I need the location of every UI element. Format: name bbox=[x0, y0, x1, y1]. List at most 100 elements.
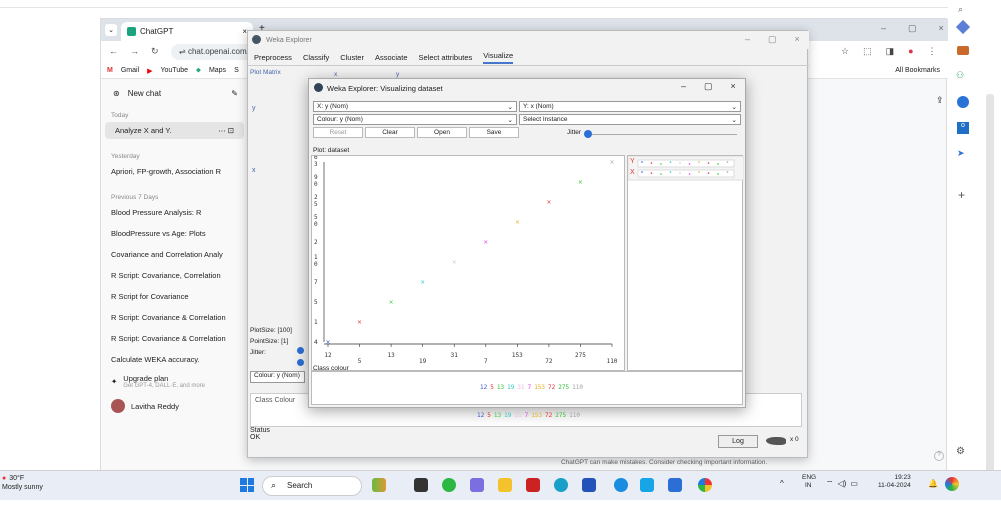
weka-minimize-icon[interactable]: – bbox=[745, 34, 750, 45]
tab-cluster[interactable]: Cluster bbox=[340, 53, 364, 62]
chat-item[interactable]: R Script: Covariance, Correlation bbox=[101, 267, 248, 284]
widgets-icon[interactable] bbox=[372, 478, 386, 492]
tab-select-attributes[interactable]: Select attributes bbox=[419, 53, 473, 62]
back-icon[interactable]: ← bbox=[109, 46, 118, 57]
chat-item[interactable]: R Script: Covariance & Correlation bbox=[101, 309, 248, 326]
sidepanel-icon[interactable]: ◨ bbox=[886, 46, 895, 57]
minimize-icon[interactable]: – bbox=[881, 23, 886, 34]
site-info-icon[interactable]: ⇌ bbox=[179, 47, 188, 56]
maximize-icon[interactable]: ▢ bbox=[908, 23, 917, 34]
bookmark-s[interactable]: S bbox=[234, 67, 239, 74]
share-icon[interactable]: ⇪ bbox=[936, 95, 944, 106]
chat-item-active[interactable]: Analyze X and Y. ⋯ ⊡ bbox=[105, 122, 244, 139]
reload-icon[interactable]: ↻ bbox=[151, 46, 159, 57]
whatsapp-icon[interactable] bbox=[442, 478, 456, 492]
tab-classify[interactable]: Classify bbox=[303, 53, 329, 62]
chat-item[interactable]: Calculate WEKA accuracy. bbox=[101, 351, 248, 368]
chat-item[interactable]: BloodPressure vs Age: Plots bbox=[101, 225, 248, 242]
notification-bell-icon[interactable]: 🔔 bbox=[928, 479, 938, 488]
weka-close-icon[interactable]: × bbox=[795, 34, 800, 45]
forward-icon[interactable]: → bbox=[130, 46, 139, 57]
app-icon[interactable] bbox=[614, 478, 628, 492]
open-button[interactable]: Open bbox=[417, 127, 467, 138]
dialog-close-icon[interactable]: × bbox=[731, 81, 736, 92]
more-icon[interactable]: ⋯ ⊡ bbox=[218, 126, 234, 135]
edge-icon[interactable] bbox=[554, 478, 568, 492]
tab-search-icon[interactable]: ⌄ bbox=[105, 24, 117, 36]
weka-maximize-icon[interactable]: ▢ bbox=[768, 34, 777, 45]
briefcase-icon[interactable] bbox=[957, 46, 969, 55]
legend-point bbox=[717, 163, 719, 165]
task-view-icon[interactable] bbox=[414, 478, 428, 492]
outlook-icon[interactable]: o bbox=[957, 122, 969, 134]
colour-select[interactable]: Colour: y (Nom) ⌄ bbox=[313, 114, 517, 125]
select-instance[interactable]: Select Instance ⌄ bbox=[519, 114, 741, 125]
log-button[interactable]: Log bbox=[718, 435, 758, 448]
dialog-titlebar: Weka Explorer: Visualizing dataset – ▢ × bbox=[309, 79, 747, 97]
save-button[interactable]: Save bbox=[469, 127, 519, 138]
jitter-slider[interactable] bbox=[297, 359, 304, 366]
tab-preprocess[interactable]: Preprocess bbox=[254, 53, 292, 62]
pointsize-slider[interactable] bbox=[297, 347, 304, 354]
mcafee-icon[interactable] bbox=[526, 478, 540, 492]
plot-area[interactable]: 12 5 13 19 31 7 153 72 275 110 4 1 5 7 1 0 2 5 0 2 5 9 0 6 3 × × × ×… bbox=[311, 154, 626, 372]
profile-icon[interactable]: ● bbox=[908, 46, 913, 57]
send-icon[interactable]: ➤ bbox=[957, 148, 965, 159]
search-icon[interactable]: ⌕ bbox=[958, 4, 963, 15]
avatar bbox=[111, 399, 125, 413]
extensions-icon[interactable]: ⬚ bbox=[863, 46, 872, 57]
colour-select[interactable]: Colour: y (Nom) bbox=[250, 371, 305, 383]
teams-icon[interactable] bbox=[470, 478, 484, 492]
tab-associate[interactable]: Associate bbox=[375, 53, 408, 62]
edit-icon[interactable]: ✎ bbox=[231, 89, 238, 98]
browser-tab[interactable]: ChatGPT × bbox=[121, 22, 253, 41]
chrome-icon[interactable] bbox=[698, 478, 712, 492]
system-tray[interactable]: ⌔ ◁) ▭ bbox=[826, 479, 858, 489]
file-explorer-icon[interactable] bbox=[498, 478, 512, 492]
menu-icon[interactable]: ⋮ bbox=[928, 46, 937, 57]
diamond-icon[interactable] bbox=[955, 19, 971, 35]
close-window-icon[interactable]: × bbox=[939, 23, 944, 34]
bookmark-maps[interactable]: Maps bbox=[209, 67, 226, 74]
tab-visualize[interactable]: Visualize bbox=[483, 51, 514, 64]
chat-item[interactable]: Covariance and Correlation Analy bbox=[101, 246, 248, 263]
scrollbar[interactable] bbox=[986, 94, 994, 494]
settings-gear-icon[interactable]: ⚙ bbox=[956, 446, 965, 457]
people-icon[interactable]: ⚇ bbox=[956, 70, 964, 81]
y-axis-select[interactable]: Y: x (Nom) ⌄ bbox=[519, 101, 741, 112]
store-icon[interactable] bbox=[582, 478, 596, 492]
chat-item[interactable]: R Script for Covariance bbox=[101, 288, 248, 305]
help-icon[interactable]: ? bbox=[934, 451, 944, 461]
upgrade-plan-button[interactable]: ✦ Upgrade plan Get GPT-4, DALL·E, and mor… bbox=[101, 368, 248, 395]
copilot-icon[interactable] bbox=[957, 96, 969, 108]
all-bookmarks[interactable]: All Bookmarks bbox=[895, 67, 940, 74]
chat-item[interactable]: Apriori, FP-growth, Association R bbox=[101, 163, 248, 180]
chat-item[interactable]: Blood Pressure Analysis: R bbox=[101, 204, 248, 221]
clear-button[interactable]: Clear bbox=[365, 127, 415, 138]
language-indicator[interactable]: ENG IN bbox=[802, 474, 816, 490]
bookmark-gmail[interactable]: Gmail bbox=[121, 67, 139, 74]
add-icon[interactable]: + bbox=[958, 188, 965, 202]
weather-widget[interactable]: ● 30°F Mostly sunny bbox=[2, 474, 43, 492]
dialog-minimize-icon[interactable]: – bbox=[681, 81, 686, 92]
dialog-maximize-icon[interactable]: ▢ bbox=[704, 81, 713, 92]
taskbar-search[interactable]: ⌕ Search bbox=[262, 476, 362, 496]
dev-app-icon[interactable] bbox=[640, 478, 654, 492]
copilot-taskbar-icon[interactable] bbox=[945, 477, 959, 491]
chevron-up-icon[interactable]: ^ bbox=[780, 479, 784, 488]
windows-start-icon[interactable] bbox=[240, 478, 254, 492]
user-menu[interactable]: Lavitha Reddy bbox=[101, 395, 248, 417]
new-chat-button[interactable]: ⊛ New chat ✎ bbox=[101, 79, 248, 106]
bookmark-star-icon[interactable]: ☆ bbox=[841, 46, 849, 57]
x-axis-select[interactable]: X: y (Nom) ⌄ bbox=[313, 101, 517, 112]
task-count: x 0 bbox=[790, 436, 799, 443]
chat-item[interactable]: R Script: Covariance & Correlation bbox=[101, 330, 248, 347]
clock[interactable]: 19:23 11-04-2024 bbox=[878, 474, 911, 490]
scatter-plot[interactable]: 125131931715372275110415710250259063××××… bbox=[312, 154, 626, 372]
bookmark-youtube[interactable]: YouTube bbox=[161, 67, 189, 74]
jitter-slider[interactable] bbox=[584, 130, 592, 138]
reset-button[interactable]: Reset bbox=[313, 127, 363, 138]
select-instance-value: Select Instance bbox=[523, 116, 568, 123]
monitor-icon[interactable] bbox=[668, 478, 682, 492]
status-area: Status OK bbox=[250, 427, 270, 441]
